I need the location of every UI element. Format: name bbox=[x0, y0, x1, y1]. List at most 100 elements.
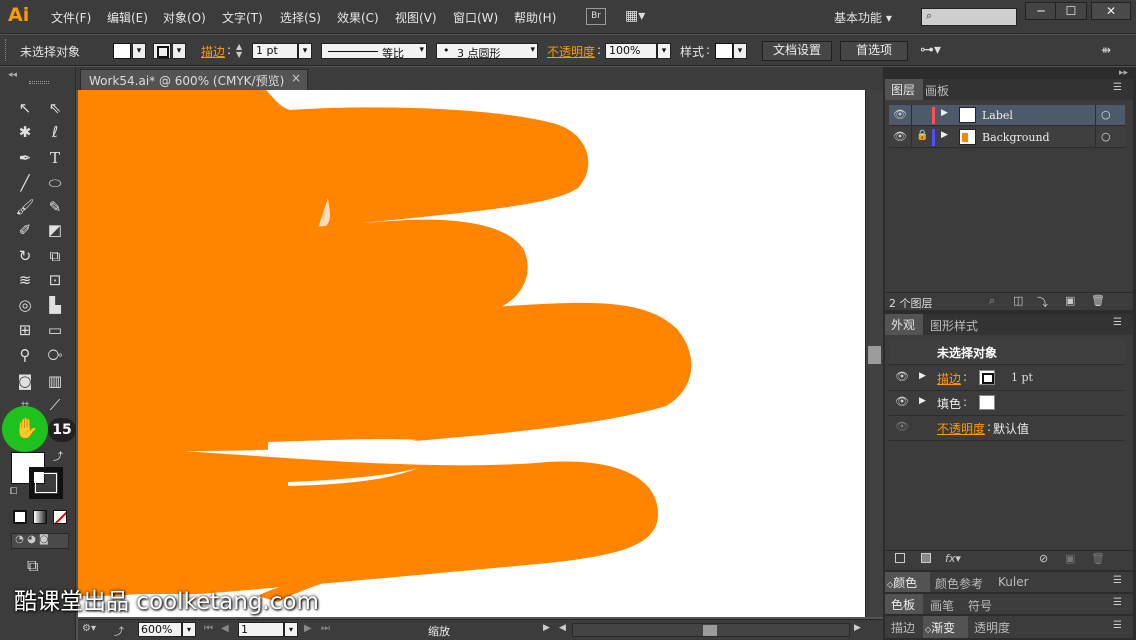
type-tool-icon[interactable]: T bbox=[44, 147, 66, 169]
layers-panel-menu-icon[interactable]: ☰ bbox=[1113, 82, 1122, 93]
gradient-mode-icon[interactable] bbox=[33, 510, 47, 524]
scale-tool-icon[interactable]: ⧉ bbox=[44, 245, 66, 267]
visibility-eye-icon[interactable]: 👁 bbox=[895, 395, 909, 408]
clear-appearance-icon[interactable]: ⊘ bbox=[1039, 552, 1048, 565]
close-document-icon[interactable]: × bbox=[291, 71, 301, 85]
direct-selection-tool-icon[interactable]: ⇖ bbox=[44, 97, 66, 119]
variable-width-profile-dropdown[interactable]: 等比 ▾ bbox=[321, 43, 427, 60]
fill-swatch-small[interactable] bbox=[979, 395, 995, 410]
screen-mode-icon[interactable]: ⧉ bbox=[27, 556, 38, 576]
rotate-tool-icon[interactable]: ↻ bbox=[14, 245, 36, 267]
eraser-tool-icon[interactable]: ◩ bbox=[44, 219, 66, 241]
swap-fill-stroke-icon[interactable]: ⤴ bbox=[53, 448, 63, 463]
column-graph-tool-icon[interactable]: ▥ bbox=[44, 370, 66, 392]
status-options-icon[interactable]: ⚙▾ bbox=[82, 623, 96, 634]
artboard-dropdown-icon[interactable]: ▾ bbox=[284, 622, 298, 637]
gradient-tool-icon[interactable]: ▭ bbox=[44, 319, 66, 341]
menu-edit[interactable]: 编辑(E) bbox=[107, 9, 148, 26]
magic-wand-tool-icon[interactable]: ✱ bbox=[14, 121, 36, 143]
tab-transparency[interactable]: 透明度 bbox=[974, 619, 1010, 636]
add-new-fill-icon[interactable] bbox=[921, 553, 931, 563]
search-input[interactable]: ⌕ bbox=[921, 8, 1017, 26]
first-artboard-icon[interactable]: ⏮ bbox=[204, 623, 213, 634]
document-tab[interactable]: Work54.ai* @ 600% (CMYK/预览) × bbox=[80, 69, 308, 90]
arrange-documents-icon[interactable]: ▦▾ bbox=[625, 9, 651, 24]
make-clipping-mask-icon[interactable]: ◫ bbox=[1013, 294, 1023, 307]
previous-artboard-icon[interactable]: ◀ bbox=[221, 623, 229, 634]
visibility-eye-icon[interactable]: 👁 bbox=[893, 130, 907, 143]
selection-tool-icon[interactable]: ↖ bbox=[14, 97, 36, 119]
target-circle-icon[interactable]: ○ bbox=[1101, 108, 1111, 121]
control-bar-grip[interactable] bbox=[5, 39, 8, 61]
layer-name[interactable]: Label bbox=[982, 109, 1013, 122]
expand-stroke-icon[interactable]: ▶ bbox=[919, 371, 926, 381]
graphic-style-swatch[interactable] bbox=[715, 43, 733, 59]
document-setup-button[interactable]: 文档设置 bbox=[762, 41, 832, 61]
layer-row-label[interactable]: 👁 ▶ Label ○ bbox=[889, 105, 1125, 126]
stroke-dropdown-chevron-icon[interactable]: ▾ bbox=[172, 43, 186, 59]
control-bar-menu-icon[interactable]: ⇻ bbox=[1101, 43, 1111, 57]
preferences-button[interactable]: 首选项 bbox=[840, 41, 908, 61]
stroke-panel-link[interactable]: 描边 bbox=[201, 43, 225, 60]
zoom-dropdown-icon[interactable]: ▾ bbox=[182, 622, 196, 637]
expand-fill-icon[interactable]: ▶ bbox=[919, 396, 926, 406]
lasso-tool-icon[interactable]: ℓ bbox=[44, 121, 66, 143]
expand-layer-icon[interactable]: ▶ bbox=[941, 108, 948, 118]
align-options-icon[interactable]: ⊶▾ bbox=[920, 42, 941, 58]
pencil-tool-icon[interactable]: ✎ bbox=[44, 196, 66, 218]
opacity-input[interactable]: 100% bbox=[605, 43, 657, 59]
fill-dropdown-chevron-icon[interactable]: ▾ bbox=[132, 43, 146, 59]
vertical-scrollbar[interactable] bbox=[865, 90, 883, 617]
ellipse-tool-icon[interactable]: ⬭ bbox=[44, 172, 66, 194]
add-new-effect-icon[interactable]: fx▾ bbox=[945, 552, 961, 565]
menu-type[interactable]: 文字(T) bbox=[222, 9, 263, 26]
horizontal-scrollbar[interactable] bbox=[572, 623, 850, 637]
layer-row-background[interactable]: 👁 🔒 ▶ Background ○ bbox=[889, 127, 1125, 148]
tab-appearance[interactable]: 外观 bbox=[885, 314, 923, 335]
appearance-stroke-row[interactable]: 👁 ▶ 描边 : 1 pt bbox=[889, 366, 1125, 391]
blend-tool-icon[interactable]: ⧂ bbox=[44, 344, 66, 366]
menu-help[interactable]: 帮助(H) bbox=[514, 9, 556, 26]
vertical-scroll-thumb[interactable] bbox=[868, 346, 881, 364]
symbol-sprayer-tool-icon[interactable]: ◙ bbox=[14, 370, 36, 392]
brush-definition-dropdown[interactable]: • 3 点圆形 ▾ bbox=[436, 43, 538, 60]
menu-effect[interactable]: 效果(C) bbox=[337, 9, 379, 26]
graphic-style-chevron-icon[interactable]: ▾ bbox=[733, 43, 747, 59]
maximize-button[interactable]: ☐ bbox=[1055, 2, 1087, 20]
mesh-tool-icon[interactable]: ⊞ bbox=[14, 319, 36, 341]
tab-gradient[interactable]: ◇渐变 bbox=[923, 616, 968, 638]
next-artboard-icon[interactable]: ▶ bbox=[304, 623, 312, 634]
slice-tool-icon[interactable]: ⟋ bbox=[44, 394, 66, 416]
delete-layer-icon[interactable]: 🗑 bbox=[1091, 294, 1105, 307]
menu-select[interactable]: 选择(S) bbox=[280, 9, 321, 26]
tools-grip[interactable] bbox=[29, 81, 49, 84]
appearance-panel-menu-icon[interactable]: ☰ bbox=[1113, 317, 1122, 328]
visibility-eye-icon[interactable]: 👁 bbox=[893, 108, 907, 121]
stroke-weight-stepper-icon[interactable]: ▲ ▼ bbox=[236, 43, 250, 59]
artboard-number-input[interactable]: 1 bbox=[238, 622, 284, 637]
scroll-left-icon[interactable]: ◀ bbox=[559, 623, 566, 633]
none-mode-icon[interactable] bbox=[53, 510, 67, 524]
width-tool-icon[interactable]: ≋ bbox=[14, 269, 36, 291]
tab-layers[interactable]: 图层 bbox=[885, 79, 923, 100]
tab-kuler[interactable]: Kuler bbox=[998, 575, 1029, 589]
horizontal-scroll-thumb[interactable] bbox=[703, 625, 717, 636]
free-transform-tool-icon[interactable]: ⊡ bbox=[44, 269, 66, 291]
layer-name[interactable]: Background bbox=[982, 131, 1050, 144]
menu-window[interactable]: 窗口(W) bbox=[453, 9, 498, 26]
visibility-eye-icon[interactable]: 👁 bbox=[895, 370, 909, 383]
collapse-tools-icon[interactable]: ◂◂ bbox=[8, 70, 17, 80]
appearance-stroke-link[interactable]: 描边 bbox=[937, 370, 961, 387]
menu-view[interactable]: 视图(V) bbox=[395, 9, 437, 26]
stroke-weight-input[interactable]: 1 pt bbox=[252, 43, 298, 59]
paintbrush-tool-icon[interactable]: 🖌 bbox=[14, 196, 36, 218]
bridge-button[interactable]: Br bbox=[586, 8, 606, 25]
tab-color[interactable]: ◇颜色 bbox=[885, 572, 930, 592]
zoom-level-input[interactable]: 600% bbox=[138, 622, 182, 637]
visibility-eye-icon[interactable]: 👁 bbox=[895, 420, 909, 433]
appearance-opacity-link[interactable]: 不透明度 bbox=[937, 420, 985, 437]
menu-object[interactable]: 对象(O) bbox=[163, 9, 206, 26]
tab-swatches[interactable]: 色板 bbox=[885, 594, 923, 614]
lock-icon[interactable]: 🔒 bbox=[916, 130, 928, 141]
stroke-swatch-small[interactable] bbox=[979, 370, 995, 385]
